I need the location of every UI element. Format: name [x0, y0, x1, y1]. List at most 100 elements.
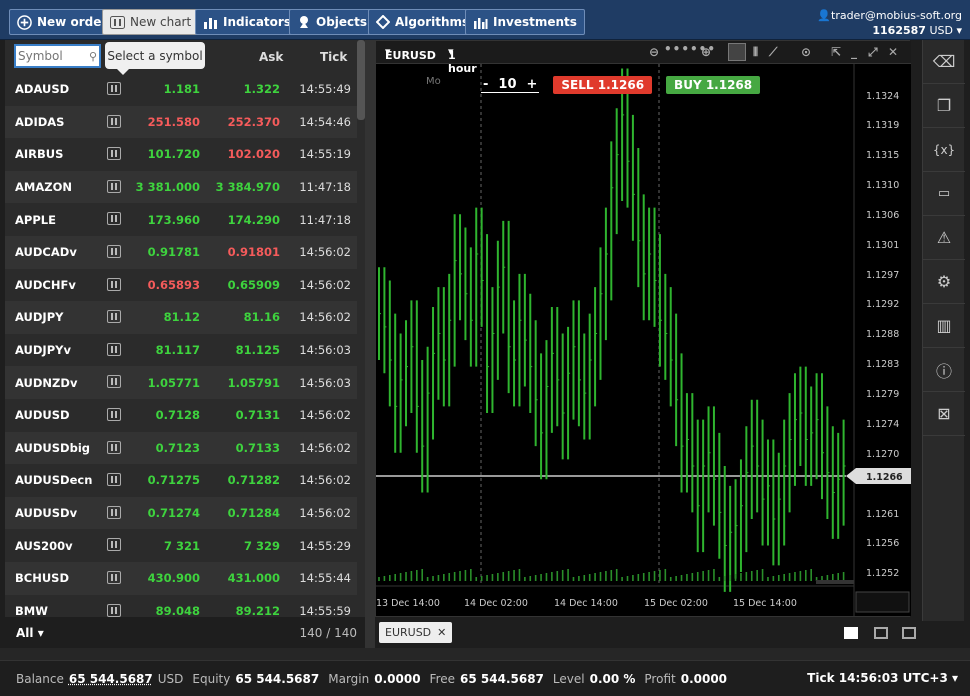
row-ask[interactable]: 0.7131 — [236, 408, 280, 422]
open-chart-icon[interactable] — [107, 114, 121, 128]
watchlist-row[interactable]: AUDUSD 0.7128 0.7131 14:56:02 — [5, 399, 357, 432]
row-bid[interactable]: 89.048 — [156, 604, 200, 618]
watchlist-row[interactable]: AUDUSDecn 0.71275 0.71282 14:56:02 — [5, 464, 357, 497]
row-ask[interactable]: 3 384.970 — [216, 180, 280, 194]
minus-icon[interactable]: - — [483, 77, 488, 92]
minimize-icon[interactable]: _ — [851, 45, 857, 59]
row-bid[interactable]: 81.12 — [164, 310, 200, 324]
open-chart-icon[interactable] — [107, 505, 121, 519]
tick-column-header[interactable]: Tick — [320, 50, 347, 64]
row-ask[interactable]: 1.322 — [244, 82, 280, 96]
row-bid[interactable]: 0.71275 — [148, 473, 200, 487]
ask-column-header[interactable]: Ask — [259, 50, 283, 64]
open-chart-icon[interactable] — [107, 407, 121, 421]
row-bid[interactable]: 101.720 — [148, 147, 200, 161]
row-ask[interactable]: 0.91801 — [228, 245, 280, 259]
script-icon[interactable]: {x} — [923, 128, 965, 172]
row-bid[interactable]: 7 321 — [164, 539, 200, 553]
row-bid[interactable]: 0.7128 — [156, 408, 200, 422]
row-bid[interactable]: 0.71274 — [148, 506, 200, 520]
info-icon[interactable]: ⓘ — [923, 348, 965, 392]
server-time[interactable]: Tick 14:56:03 UTC+3 ▾ — [807, 671, 958, 685]
row-ask[interactable]: 0.71284 — [228, 506, 280, 520]
watchlist-row[interactable]: AUS200v 7 321 7 329 14:55:29 — [5, 529, 357, 562]
layout-grid-icon[interactable] — [874, 627, 888, 639]
gear-icon[interactable]: ⚙ — [923, 260, 965, 304]
row-ask[interactable]: 0.65909 — [228, 278, 280, 292]
watchlist-row[interactable]: ADAUSD 1.181 1.322 14:55:49 — [5, 73, 357, 106]
row-bid[interactable]: 430.900 — [148, 571, 200, 585]
maximize-icon[interactable]: ⤢ — [868, 45, 878, 60]
watchlist-row[interactable]: AUDUSDbig 0.7123 0.7133 14:56:02 — [5, 431, 357, 465]
open-chart-icon[interactable] — [107, 277, 121, 291]
row-bid[interactable]: 3 381.000 — [136, 180, 200, 194]
row-bid[interactable]: 1.05771 — [148, 376, 200, 390]
popout-icon[interactable]: ⇱ — [831, 45, 841, 59]
sell-button[interactable]: SELL 1.1266 — [553, 76, 653, 94]
status-splitter[interactable] — [0, 648, 970, 660]
panel-splitter[interactable] — [365, 40, 375, 648]
open-chart-icon[interactable] — [107, 603, 121, 617]
watchlist-row[interactable]: AIRBUS 101.720 102.020 14:55:19 — [5, 138, 357, 171]
symbol-search-input[interactable] — [14, 44, 101, 68]
row-bid[interactable]: 173.960 — [148, 213, 200, 227]
row-bid[interactable]: 81.117 — [156, 343, 200, 357]
row-ask[interactable]: 0.7133 — [236, 441, 280, 455]
row-ask[interactable]: 102.020 — [228, 147, 280, 161]
row-ask[interactable]: 1.05791 — [228, 376, 280, 390]
algorithms-button[interactable]: Algorithms — [368, 9, 478, 35]
price-chart[interactable]: 1.1324 1.1319 1.1315 1.1310 1.1306 1.1301 1.12… — [376, 64, 911, 616]
open-chart-icon[interactable] — [107, 473, 121, 487]
row-ask[interactable]: 81.16 — [244, 310, 280, 324]
open-chart-icon[interactable] — [107, 310, 121, 324]
warning-icon[interactable]: ⚠ — [923, 216, 965, 260]
close-icon[interactable]: ✕ — [888, 45, 898, 59]
account-info[interactable]: 👤trader@mobius-soft.org 1162587 USD ▾ — [817, 8, 962, 38]
watchlist-row[interactable]: AMAZON 3 381.000 3 384.970 11:47:18 — [5, 170, 357, 204]
open-chart-icon[interactable] — [107, 147, 121, 161]
open-chart-icon[interactable] — [107, 538, 121, 552]
watchlist-row[interactable]: AUDJPYv 81.117 81.125 14:56:03 — [5, 334, 357, 367]
stats-icon[interactable]: ▥ — [923, 304, 965, 348]
lot-stepper[interactable]: - 10 + — [481, 77, 540, 93]
row-bid[interactable]: 0.91781 — [148, 245, 200, 259]
balance-value[interactable]: 65 544.5687 — [69, 672, 153, 686]
zoom-out-icon[interactable]: ⊖ — [649, 45, 659, 59]
watchlist-row[interactable]: AUDCADv 0.91781 0.91801 14:56:02 — [5, 235, 357, 269]
watchlist-row[interactable]: AUDCHFv 0.65893 0.65909 14:56:02 — [5, 269, 357, 302]
candle-type-icon[interactable] — [728, 43, 746, 61]
open-chart-icon[interactable] — [107, 342, 121, 356]
row-ask[interactable]: 89.212 — [236, 604, 280, 618]
open-chart-icon[interactable] — [107, 440, 121, 454]
objects-button[interactable]: Objects — [289, 9, 376, 35]
buy-button[interactable]: BUY 1.1268 — [666, 76, 761, 94]
new-order-button[interactable]: New order — [9, 9, 116, 35]
row-ask[interactable]: 252.370 — [228, 115, 280, 129]
row-bid[interactable]: 1.181 — [164, 82, 200, 96]
watchlist-row[interactable]: ADIDAS 251.580 252.370 14:54:46 — [5, 105, 357, 139]
new-chart-button[interactable]: New chart — [102, 9, 200, 35]
symbol-selector[interactable]: EURUSD ▾ — [385, 45, 436, 62]
close-tab-icon[interactable]: ✕ — [437, 626, 446, 639]
filter-dropdown[interactable]: All ▾ — [16, 626, 44, 640]
watchlist-row[interactable]: AUDUSDv 0.71274 0.71284 14:56:02 — [5, 496, 357, 530]
layout-single-icon[interactable] — [844, 627, 858, 639]
line-type-icon[interactable]: ⟋ — [769, 45, 777, 60]
watchlist-row[interactable]: AUDJPY 81.12 81.16 14:56:02 — [5, 301, 357, 334]
chart-tab[interactable]: EURUSD ✕ — [379, 622, 453, 643]
row-bid[interactable]: 251.580 — [148, 115, 200, 129]
target-icon[interactable]: ⊙ — [801, 45, 811, 59]
row-ask[interactable]: 431.000 — [228, 571, 280, 585]
terminal-icon[interactable]: ▭ — [923, 172, 965, 216]
windows-icon[interactable]: ❐ — [923, 84, 965, 128]
layout-columns-icon[interactable] — [902, 627, 916, 639]
open-chart-icon[interactable] — [107, 570, 121, 584]
row-bid[interactable]: 0.7123 — [156, 441, 200, 455]
zoom-in-icon[interactable]: ⊕ — [701, 45, 711, 59]
row-ask[interactable]: 0.71282 — [228, 473, 280, 487]
open-chart-icon[interactable] — [107, 212, 121, 226]
row-bid[interactable]: 0.65893 — [148, 278, 200, 292]
plus-icon[interactable]: + — [527, 77, 538, 92]
watchlist-row[interactable]: AUDNZDv 1.05771 1.05791 14:56:03 — [5, 366, 357, 399]
open-chart-icon[interactable] — [107, 375, 121, 389]
